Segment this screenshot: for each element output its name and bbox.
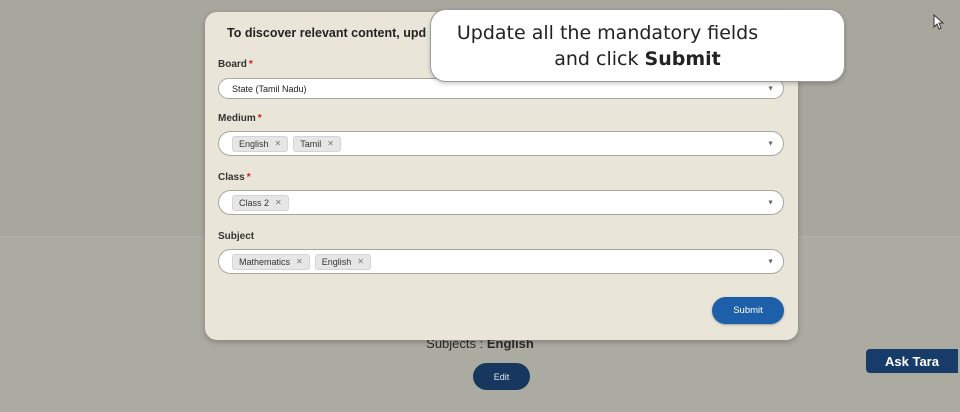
- chevron-down-icon: ▼: [767, 85, 774, 92]
- medium-label: Medium *: [218, 113, 262, 124]
- subject-select[interactable]: Mathematics ✕ English ✕ ▼: [218, 249, 784, 274]
- board-label: Board *: [218, 59, 253, 70]
- required-mark: *: [246, 172, 251, 183]
- medium-chip: English ✕: [232, 135, 289, 152]
- subject-chip: English ✕: [314, 253, 371, 270]
- remove-chip-icon[interactable]: ✕: [296, 257, 303, 266]
- guide-tooltip: Update all the mandatory fields and clic…: [430, 9, 845, 82]
- tooltip-line-1: Update all the mandatory fields: [456, 22, 759, 44]
- remove-chip-icon[interactable]: ✕: [275, 139, 282, 148]
- chevron-down-icon: ▼: [767, 140, 774, 147]
- remove-chip-icon[interactable]: ✕: [275, 198, 282, 207]
- subject-chip: Mathematics ✕: [232, 253, 310, 270]
- tooltip-line-2: and click Submit: [554, 48, 721, 70]
- medium-select[interactable]: English ✕ Tamil ✕ ▼: [218, 131, 784, 156]
- required-mark: *: [248, 59, 253, 70]
- modal-heading: To discover relevant content, upd: [227, 26, 427, 40]
- class-select[interactable]: Class 2 ✕ ▼: [218, 190, 784, 215]
- chevron-down-icon: ▼: [767, 258, 774, 265]
- class-label: Class *: [218, 172, 251, 183]
- subject-label: Subject: [218, 231, 255, 242]
- remove-chip-icon[interactable]: ✕: [357, 257, 364, 266]
- mouse-cursor-icon: [933, 14, 944, 30]
- required-mark: *: [257, 113, 262, 124]
- chevron-down-icon: ▼: [767, 199, 774, 206]
- medium-chip: Tamil ✕: [293, 135, 341, 152]
- board-value: State (Tamil Nadu): [232, 83, 307, 94]
- edit-button[interactable]: Edit: [473, 363, 530, 390]
- remove-chip-icon[interactable]: ✕: [327, 139, 334, 148]
- submit-button[interactable]: Submit: [712, 297, 784, 324]
- class-chip: Class 2 ✕: [232, 194, 289, 211]
- ask-tara-button[interactable]: Ask Tara: [866, 349, 958, 373]
